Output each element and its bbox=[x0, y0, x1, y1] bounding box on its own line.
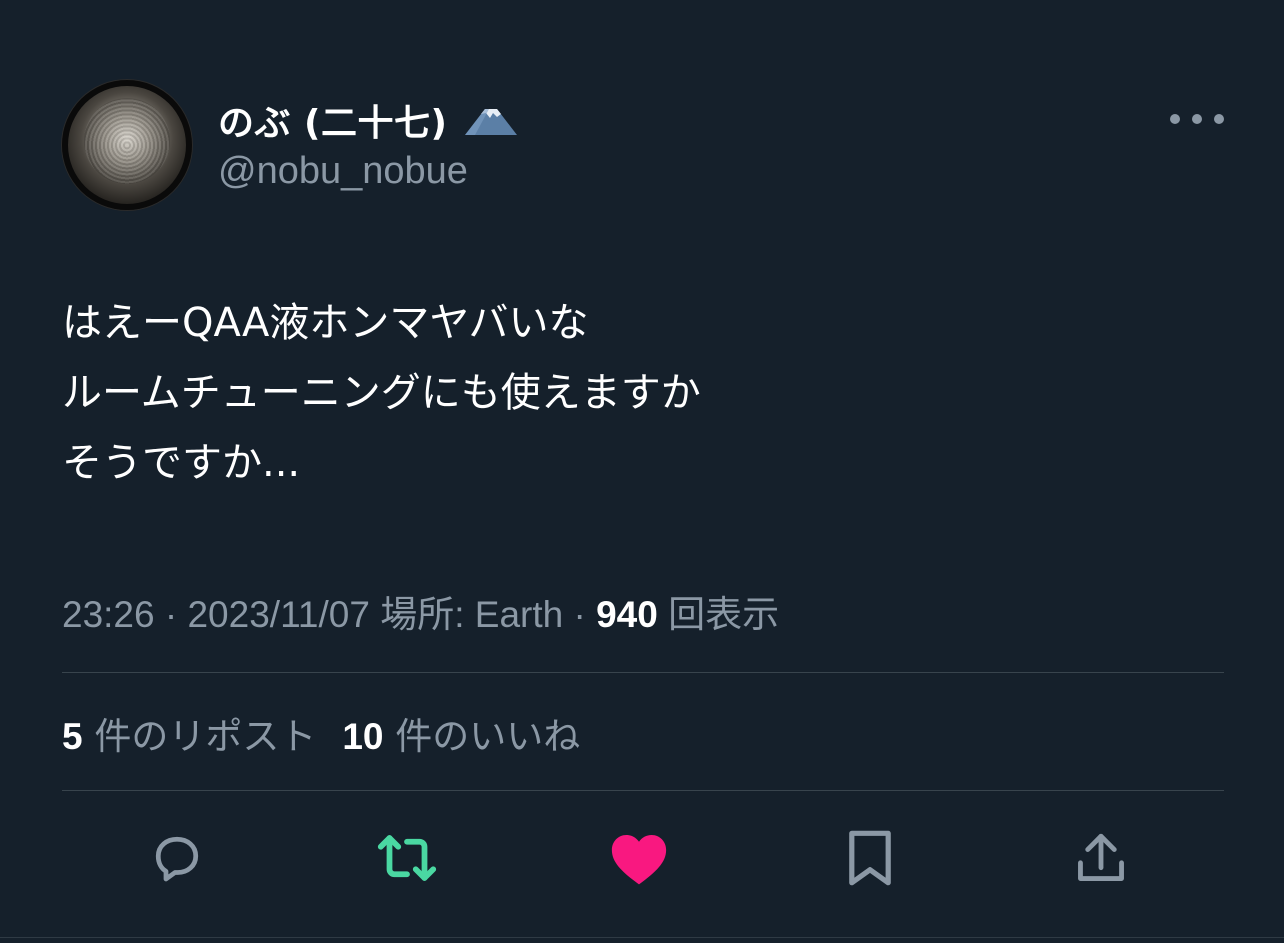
likes-label: 件のいいね bbox=[383, 715, 581, 758]
likes-count: 10 bbox=[342, 716, 384, 757]
reposts-label: 件のリポスト bbox=[82, 715, 317, 758]
user-name-row: のぶ (二十七) bbox=[218, 92, 519, 148]
tweet-location: 場所: Earth bbox=[369, 594, 564, 635]
views-count: 940 bbox=[596, 594, 658, 635]
divider bbox=[62, 672, 1224, 673]
tweet-detail: のぶ (二十七) @nobu_nobue はえーQAA液ホンマヤバいな ルームチ… bbox=[0, 0, 1284, 943]
more-horizontal-icon[interactable] bbox=[1170, 102, 1224, 136]
tweet-time[interactable]: 23:26 bbox=[62, 594, 155, 635]
share-button[interactable] bbox=[1066, 818, 1136, 898]
meta-separator: · bbox=[154, 594, 188, 635]
bookmark-button[interactable] bbox=[835, 818, 905, 898]
share-icon bbox=[1078, 833, 1124, 881]
views-label: 回表示 bbox=[657, 594, 780, 635]
likes-stat[interactable]: 10 件のいいね bbox=[342, 706, 580, 760]
engagement-stats: 5 件のリポスト 10 件のいいね bbox=[62, 706, 606, 760]
repost-button[interactable] bbox=[372, 818, 442, 898]
reply-icon bbox=[155, 836, 199, 882]
like-button[interactable] bbox=[604, 818, 674, 898]
tweet-meta: 23:26 · 2023/11/07 場所: Earth · 940 回表示 bbox=[62, 584, 779, 638]
mount-fuji-icon bbox=[465, 109, 518, 135]
reply-button[interactable] bbox=[142, 818, 212, 898]
bookmark-icon bbox=[849, 830, 891, 886]
action-bar bbox=[0, 818, 1284, 898]
tweet-text: はえーQAA液ホンマヤバいな ルームチューニングにも使えますか そうですか... bbox=[62, 300, 701, 486]
heart-icon bbox=[611, 835, 667, 885]
avatar[interactable] bbox=[62, 80, 192, 210]
reposts-stat[interactable]: 5 件のリポスト bbox=[62, 706, 316, 760]
reposts-count: 5 bbox=[62, 716, 83, 757]
bottom-divider bbox=[0, 937, 1284, 938]
user-handle[interactable]: @nobu_nobue bbox=[218, 150, 468, 193]
divider bbox=[62, 790, 1224, 791]
display-name[interactable]: のぶ (二十七) bbox=[218, 94, 447, 146]
repost-icon bbox=[377, 835, 437, 881]
meta-separator: · bbox=[563, 594, 597, 635]
tweet-date[interactable]: 2023/11/07 bbox=[187, 594, 369, 635]
